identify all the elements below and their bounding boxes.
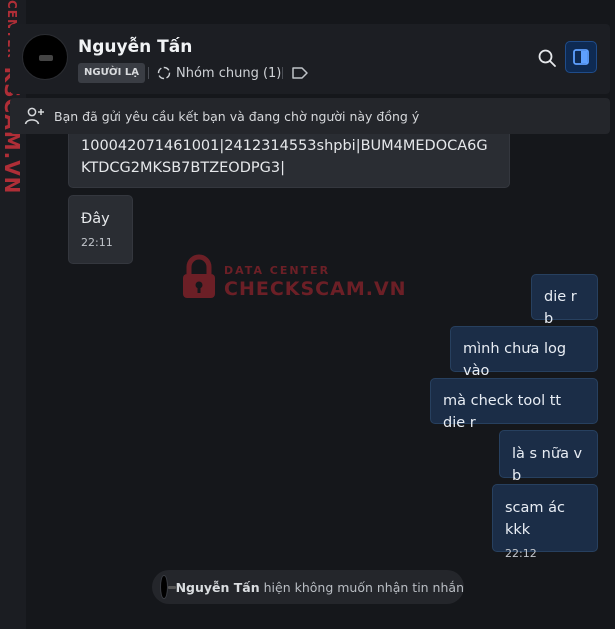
avatar [160,575,176,599]
avatar[interactable] [22,34,68,80]
message-time: 22:11 [81,236,113,249]
message-text: Đây [81,211,110,227]
tag-icon[interactable] [291,66,309,80]
chat-window: CENTER KSCAM.VN Nguyễn Tấn NGƯỜI LẠ Nhóm… [0,0,615,629]
status-text: Nguyễn Tấn hiện không muốn nhận tin nhắn [176,580,464,595]
common-group-link[interactable]: Nhóm chung (1) [156,64,281,82]
watermark-label-big: CHECKSCAM.VN [224,278,407,300]
message-text: là s nữa v b [512,446,583,484]
message-bubble-incoming[interactable]: Đây 22:11 [68,195,133,264]
message-text: scam ác kkk [505,500,566,538]
side-panel-button[interactable] [565,41,597,73]
add-friend-icon [24,107,44,125]
chat-header: Nguyễn Tấn NGƯỜI LẠ Nhóm chung (1) [10,24,610,94]
message-text: mà check tool tt die r [443,393,562,431]
status-name: Nguyễn Tấn [175,579,260,595]
watermark-label-small: DATA CENTER [224,264,331,277]
contact-name[interactable]: Nguyễn Tấn [78,37,192,57]
message-bubble-outgoing[interactable]: mình chưa log vào [450,326,598,379]
notice-text: Bạn đã gửi yêu cầu kết bạn và đang chờ n… [54,108,420,124]
message-text: mình chưa log vào [463,341,567,379]
lock-icon [183,254,215,298]
friend-request-notice: Bạn đã gửi yêu cầu kết bạn và đang chờ n… [10,98,610,134]
message-text: 100042071461001|2412314553shpbi|BUM4MEDO… [81,138,488,176]
left-strip: CENTER KSCAM.VN [0,0,26,629]
status-message: hiện không muốn nhận tin nhắn [263,579,464,595]
divider [282,67,283,79]
search-icon[interactable] [537,48,557,68]
common-group-label: Nhóm chung (1) [176,65,282,81]
message-time: 22:12 [505,547,537,560]
stranger-badge: NGƯỜI LẠ [78,63,145,83]
message-text: die r b [544,289,577,327]
message-bubble-outgoing[interactable]: mà check tool tt die r [430,378,598,431]
divider [148,67,149,79]
center-watermark: DATA CENTER CHECKSCAM.VN [180,252,406,304]
message-bubble-outgoing[interactable]: scam ác kkk 22:12 [492,484,598,560]
side-panel-icon [573,49,589,65]
message-bubble-outgoing[interactable]: die r b [531,274,598,327]
message-bubble-outgoing[interactable]: là s nữa v b [499,430,598,484]
no-messages-status: Nguyễn Tấn hiện không muốn nhận tin nhắn [152,570,464,604]
group-icon [157,66,171,80]
